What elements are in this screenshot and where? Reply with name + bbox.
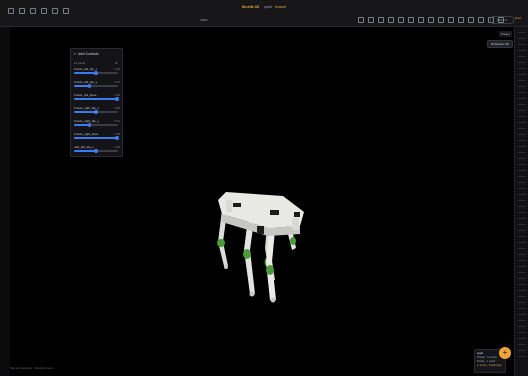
robot-body bbox=[218, 192, 304, 236]
slider-handle[interactable] bbox=[115, 136, 119, 140]
slider-handle[interactable] bbox=[87, 123, 92, 127]
joint-name: FrontL_left_knee bbox=[74, 93, 97, 97]
info-line-3: ⊘ errors · 0 warnings bbox=[477, 364, 502, 367]
restore-all-button[interactable]: ⊕ Restore All bbox=[487, 40, 513, 48]
joint-slider[interactable] bbox=[74, 71, 118, 75]
slider-fill bbox=[74, 98, 118, 100]
joint-slider[interactable] bbox=[74, 110, 118, 114]
slider-fill bbox=[74, 137, 118, 139]
info-line-2: 8 links · 1 mesh bbox=[477, 360, 496, 363]
slider-fill bbox=[74, 72, 96, 74]
joint-slider[interactable] bbox=[74, 149, 118, 153]
slider-handle[interactable] bbox=[87, 84, 92, 88]
joint-value: 0.00 bbox=[114, 145, 120, 149]
chevron-down-icon: ▾ bbox=[74, 52, 76, 56]
joint-value: 0.00 bbox=[114, 67, 120, 71]
slider-fill bbox=[74, 150, 96, 152]
viewport-hint: Tap for overview · Scroll to zoom bbox=[10, 366, 54, 370]
joint-value: 0.61 bbox=[114, 119, 120, 123]
slider-handle[interactable] bbox=[94, 149, 98, 153]
joint-name: FrontL_right_hip_y bbox=[74, 119, 100, 123]
hip-joint-block bbox=[257, 226, 264, 234]
joint-value: 0.00 bbox=[114, 106, 120, 110]
joint-panel-header[interactable]: ▾ Joint Controls bbox=[74, 52, 98, 56]
joint-count: 12 joints bbox=[74, 61, 86, 65]
joint-name: FrontL_left_hip_y bbox=[74, 80, 98, 84]
add-button[interactable]: + bbox=[499, 347, 511, 359]
joint-name: FrontL_right_knee bbox=[74, 132, 99, 136]
joint-controls-panel: ▾ Joint Controls 12 joints ⚙ FrontL_left_… bbox=[70, 48, 123, 157]
joint-name: rear_left_hip_x bbox=[74, 145, 94, 149]
joint-slider[interactable] bbox=[74, 84, 118, 88]
joint-slider[interactable] bbox=[74, 136, 119, 140]
right-side-panel bbox=[514, 27, 528, 376]
front-sensor bbox=[233, 203, 241, 207]
gear-icon[interactable]: ⚙ bbox=[115, 61, 118, 65]
joint-slider[interactable] bbox=[74, 97, 119, 101]
joint-slider[interactable] bbox=[74, 123, 118, 127]
joint-value: 0.61 bbox=[114, 80, 120, 84]
slider-handle[interactable] bbox=[115, 97, 119, 101]
slider-fill bbox=[74, 111, 96, 113]
slider-handle[interactable] bbox=[94, 71, 98, 75]
slider-handle[interactable] bbox=[94, 110, 98, 114]
preset-button[interactable]: Preset bbox=[499, 31, 512, 37]
rear-sensor bbox=[270, 210, 279, 215]
